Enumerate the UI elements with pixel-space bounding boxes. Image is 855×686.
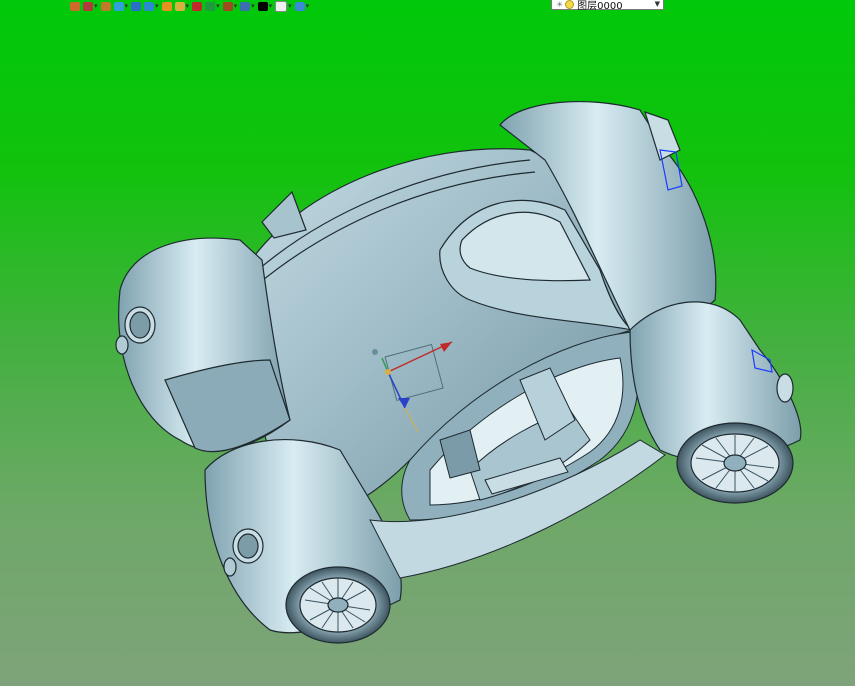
right-rear-wheel — [676, 422, 794, 504]
left-rear-wheel — [285, 566, 391, 644]
car-model[interactable] — [0, 0, 855, 686]
left-front-pod — [115, 237, 291, 453]
3d-viewport[interactable]: ▾ ▾ ▾ ▾ ▾ ▾ ▾ ▾ ▾ ▾ ☀ 图层0000 ▼ — [0, 0, 855, 686]
